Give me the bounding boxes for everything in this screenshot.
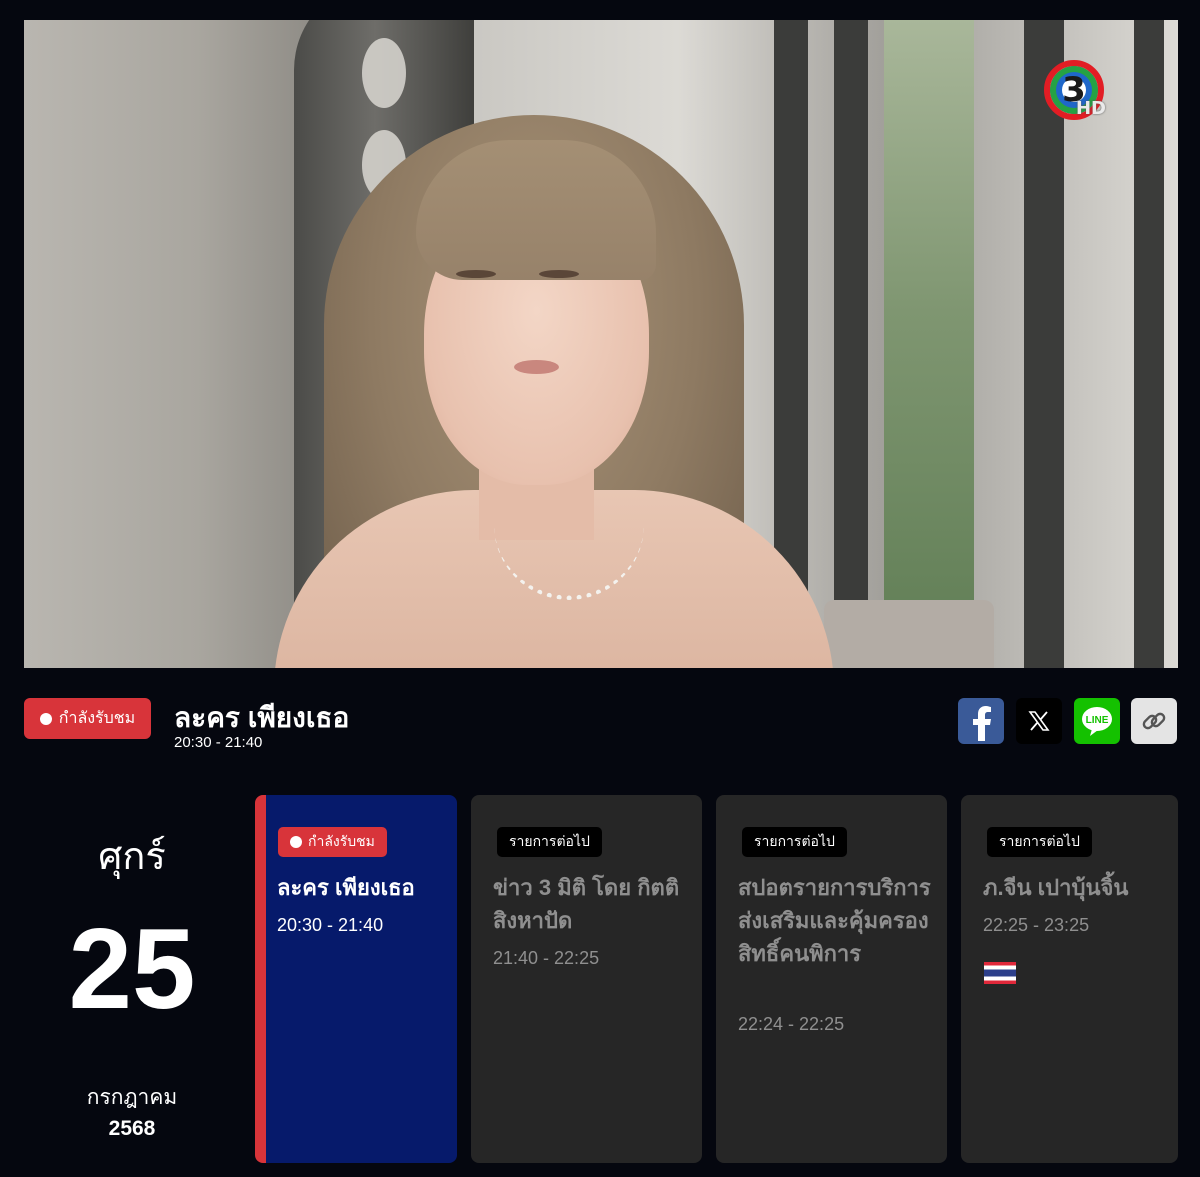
live-badge-label: กำลังรับชม <box>58 710 136 727</box>
schedule-card-badge: กำลังรับชม <box>278 827 387 857</box>
copy-link-button[interactable] <box>1131 698 1177 744</box>
schedule-card-title: ภ.จีน เปาบุ้นจิ้น <box>983 875 1129 900</box>
share-facebook-button[interactable] <box>958 698 1004 744</box>
video-frame-person-eye-left <box>456 270 496 278</box>
page: 3 HD กำลังรับชม ละคร เพียงเธอ 20:30 - 21… <box>0 0 1200 1177</box>
x-icon <box>1028 711 1050 731</box>
line-icon-label: LINE <box>1086 715 1109 726</box>
schedule-card-next-2[interactable]: รายการต่อไป สปอตรายการบริการส่งเสริมและค… <box>716 795 947 1163</box>
schedule-card-badge: รายการต่อไป <box>497 827 602 857</box>
schedule-card-time: 22:25 - 23:25 <box>983 915 1090 935</box>
schedule-card-time: 22:24 - 22:25 <box>738 1014 845 1034</box>
schedule-card-time: 20:30 - 21:40 <box>277 915 384 935</box>
schedule-card-badge-label: รายการต่อไป <box>754 833 835 849</box>
video-frame-wall <box>24 20 314 668</box>
video-frame-person-eye-right <box>539 270 579 278</box>
live-dot-icon <box>290 836 302 848</box>
video-player[interactable]: 3 HD <box>24 20 1178 668</box>
schedule-card-time: 21:40 - 22:25 <box>493 948 600 968</box>
schedule-date: ศุกร์ 25 กรกฎาคม 2568 <box>24 795 240 1163</box>
share-x-button[interactable] <box>1016 698 1062 744</box>
schedule-card-badge-label: รายการต่อไป <box>509 833 590 849</box>
line-icon: LINE <box>1082 707 1112 736</box>
date-month: กรกฎาคม <box>86 1086 178 1109</box>
date-day: 25 <box>68 906 196 1033</box>
video-frame-chair <box>824 600 994 668</box>
thai-flag-icon <box>984 962 1016 984</box>
video-frame-person-fringe <box>416 140 656 280</box>
live-dot-icon <box>39 712 52 725</box>
date-year: 2568 <box>108 1117 156 1140</box>
schedule-card-badge-label: รายการต่อไป <box>999 833 1080 849</box>
live-badge: กำลังรับชม <box>24 698 151 739</box>
schedule-card-title: สปอตรายการบริการส่งเสริมและคุ้มครองสิทธิ… <box>738 875 931 966</box>
link-icon <box>1142 712 1166 730</box>
share-line-button[interactable]: LINE <box>1074 698 1120 744</box>
schedule-card-badge: รายการต่อไป <box>742 827 847 857</box>
schedule-card-title: ละคร เพียงเธอ <box>277 875 415 900</box>
schedule-card-title: ข่าว 3 มิติ โดย กิตติ สิงหาปัด <box>493 875 680 933</box>
schedule-card-badge-label: กำลังรับชม <box>308 833 375 849</box>
facebook-icon <box>973 706 991 741</box>
now-playing-time: 20:30 - 21:40 <box>174 734 263 751</box>
video-frame-foliage <box>884 20 974 668</box>
date-weekday: ศุกร์ <box>98 836 166 878</box>
channel-logo-hd: HD <box>1075 98 1106 119</box>
video-frame-person-lips <box>514 360 559 374</box>
schedule-card-badge: รายการต่อไป <box>987 827 1092 857</box>
schedule-card-current[interactable]: กำลังรับชม ละคร เพียงเธอ 20:30 - 21:40 <box>255 795 457 1163</box>
schedule-card-next-1[interactable]: รายการต่อไป ข่าว 3 มิติ โดย กิตติ สิงหาป… <box>471 795 702 1163</box>
